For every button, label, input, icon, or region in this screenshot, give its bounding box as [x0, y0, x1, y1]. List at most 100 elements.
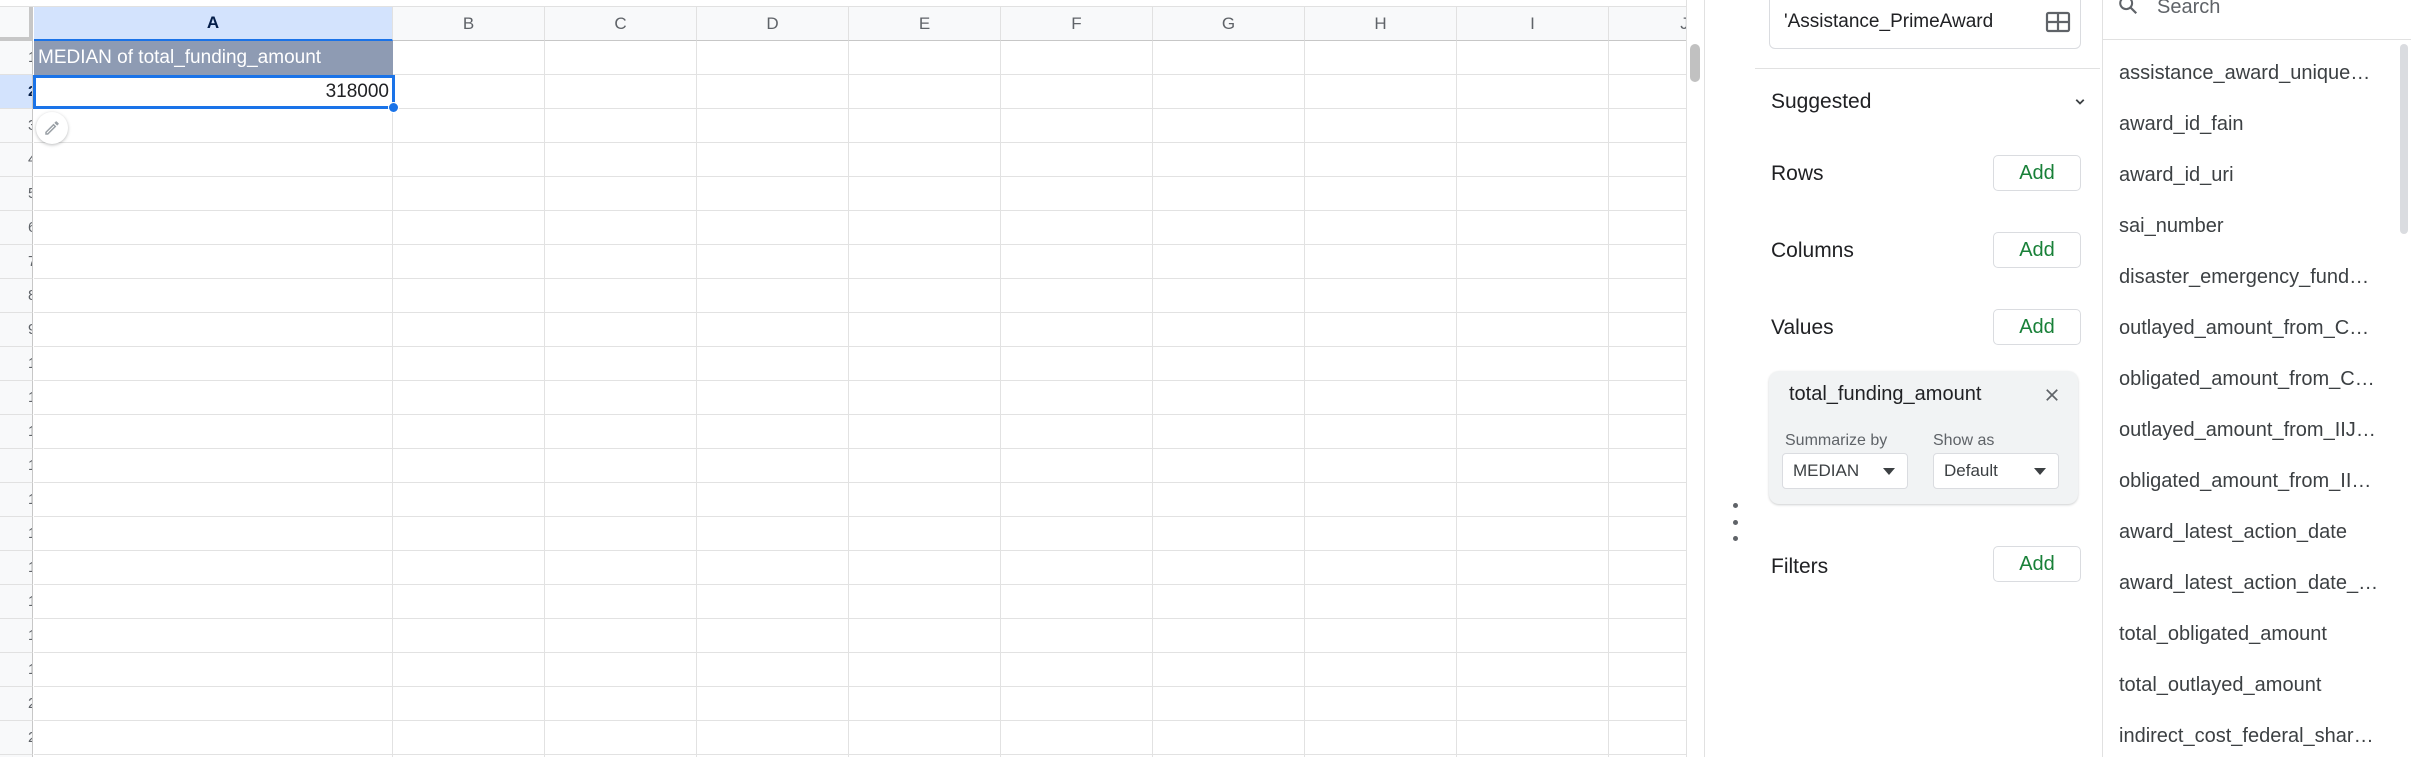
remove-value-close-icon[interactable] [2040, 383, 2064, 407]
selection-fill-handle[interactable] [388, 102, 399, 113]
field-item[interactable]: outlayed_amount_from_IIJA_supplemental [2119, 415, 2379, 445]
column-header-e[interactable]: E [849, 7, 1001, 41]
grid-hline [34, 176, 1686, 177]
grid-hline [34, 482, 1686, 483]
caret-down-icon [1883, 468, 1895, 475]
column-header-g[interactable]: G [1153, 7, 1305, 41]
show-as-value: Default [1944, 461, 1998, 480]
row-number: 20 [28, 687, 32, 720]
row-header-11[interactable]: 11 [0, 381, 33, 415]
grid-hline [34, 278, 1686, 279]
row-header-13[interactable]: 13 [0, 449, 33, 483]
row-header-17[interactable]: 17 [0, 585, 33, 619]
field-item[interactable]: total_obligated_amount [2119, 619, 2379, 649]
field-item[interactable]: assistance_award_unique_key [2119, 58, 2379, 88]
grid-hline [34, 244, 1686, 245]
row-header-16[interactable]: 16 [0, 551, 33, 585]
field-item[interactable]: award_latest_action_date_fiscal_year [2119, 568, 2379, 598]
summarize-by-dropdown[interactable]: MEDIAN [1782, 453, 1908, 489]
row-header-6[interactable]: 6 [0, 211, 33, 245]
chevron-down-icon [2075, 99, 2085, 105]
row-header-20[interactable]: 20 [0, 687, 33, 721]
grid-hline [34, 584, 1686, 585]
field-search-bar[interactable]: Search [2103, 0, 2411, 40]
values-section-label: Values [1771, 316, 1834, 339]
field-item[interactable]: sai_number [2119, 211, 2379, 241]
field-item[interactable]: obligated_amount_from_IIJA_supplemental [2119, 466, 2379, 496]
row-number: 14 [28, 483, 32, 516]
value-field-card: total_funding_amount Summarize by MEDIAN… [1769, 371, 2078, 504]
show-as-dropdown[interactable]: Default [1933, 453, 2059, 489]
panel-resize-handle-icon[interactable] [1731, 503, 1739, 541]
row-number: 17 [28, 585, 32, 618]
add-values-button[interactable]: Add [1993, 309, 2081, 345]
row-number: 6 [28, 211, 32, 244]
select-all-corner[interactable] [0, 7, 33, 41]
grid-hline [34, 414, 1686, 415]
google-sheets-pivot-window: { "sheet": { "columns": ["A", "B", "C", … [0, 0, 2411, 757]
data-range-field[interactable]: 'Assistance_PrimeAward [1769, 0, 2081, 49]
column-header-b[interactable]: B [393, 7, 545, 41]
field-item[interactable]: obligated_amount_from_COVID-19_supplemen… [2119, 364, 2379, 394]
suggested-section-toggle[interactable]: Suggested [1771, 88, 2089, 116]
column-header-h[interactable]: H [1305, 7, 1457, 41]
row-header-8[interactable]: 8 [0, 279, 33, 313]
suggested-label: Suggested [1771, 90, 1872, 113]
column-header-d[interactable]: D [697, 7, 849, 41]
field-item[interactable]: award_id_fain [2119, 109, 2379, 139]
cell-a1-pivot-header[interactable]: MEDIAN of total_funding_amount [34, 41, 393, 75]
field-list-scrollbar[interactable] [2400, 44, 2408, 234]
row-header-21[interactable]: 21 [0, 721, 33, 755]
field-item[interactable]: outlayed_amount_from_COVID-19_supplement… [2119, 313, 2379, 343]
spreadsheet-grid[interactable]: ABCDEFGHIJ 12345678910111213141516171819… [0, 0, 1686, 757]
row-header-1[interactable]: 1 [0, 41, 33, 75]
row-header-5[interactable]: 5 [0, 177, 33, 211]
summarize-by-value: MEDIAN [1793, 461, 1860, 480]
toolbar-edge [0, 0, 1686, 7]
row-header-4[interactable]: 4 [0, 143, 33, 177]
grid-hline [34, 142, 1686, 143]
data-range-text: 'Assistance_PrimeAward [1784, 10, 1994, 32]
field-item[interactable]: indirect_cost_federal_share_amount [2119, 721, 2379, 751]
grid-hline [34, 346, 1686, 347]
row-header-19[interactable]: 19 [0, 653, 33, 687]
row-header-2[interactable]: 2 [0, 75, 33, 109]
grid-vline [1152, 41, 1153, 757]
add-rows-button[interactable]: Add [1993, 155, 2081, 191]
cell-a2-selected[interactable]: 318000 [33, 75, 395, 109]
column-header-j[interactable]: J [1609, 7, 1686, 41]
column-header-f[interactable]: F [1001, 7, 1153, 41]
row-number: 8 [28, 279, 32, 312]
row-header-18[interactable]: 18 [0, 619, 33, 653]
grid-vline [1608, 41, 1609, 757]
sheet-vertical-scrollbar[interactable] [1686, 0, 1704, 757]
sheet-scroll-thumb[interactable] [1690, 44, 1700, 82]
rows-section-label: Rows [1771, 162, 1824, 185]
grid-hline [34, 210, 1686, 211]
row-header-12[interactable]: 12 [0, 415, 33, 449]
grid-hline [34, 686, 1686, 687]
row-header-9[interactable]: 9 [0, 313, 33, 347]
row-header-3[interactable]: 3 [0, 109, 33, 143]
field-item[interactable]: award_latest_action_date [2119, 517, 2379, 547]
row-header-7[interactable]: 7 [0, 245, 33, 279]
grid-hline [34, 380, 1686, 381]
row-number: 11 [28, 381, 32, 414]
row-number: 10 [28, 347, 32, 380]
column-header-a[interactable]: A [34, 7, 393, 41]
grid-vline [1304, 41, 1305, 757]
column-header-i[interactable]: I [1457, 7, 1609, 41]
field-item[interactable]: total_outlayed_amount [2119, 670, 2379, 700]
row-header-15[interactable]: 15 [0, 517, 33, 551]
field-item[interactable]: award_id_uri [2119, 160, 2379, 190]
field-item[interactable]: disaster_emergency_fund_codes [2119, 262, 2379, 292]
add-filters-button[interactable]: Add [1993, 546, 2081, 582]
row-header-10[interactable]: 10 [0, 347, 33, 381]
row-number: 5 [28, 177, 32, 210]
add-columns-button[interactable]: Add [1993, 232, 2081, 268]
select-range-grid-icon[interactable] [2036, 11, 2080, 33]
edit-pivot-button[interactable] [36, 112, 68, 144]
column-header-c[interactable]: C [545, 7, 697, 41]
row-number: 1 [28, 41, 32, 74]
row-header-14[interactable]: 14 [0, 483, 33, 517]
